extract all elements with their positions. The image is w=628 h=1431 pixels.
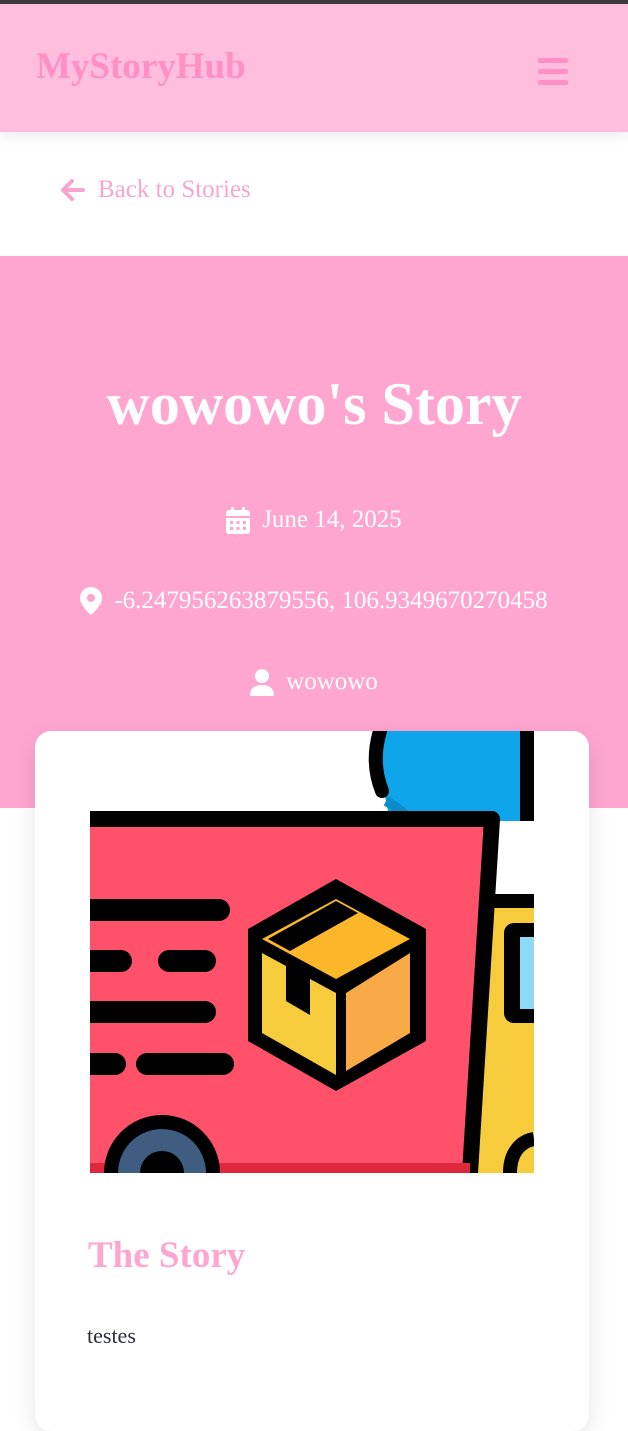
- calendar-icon: [226, 506, 251, 534]
- arrow-left-icon: [61, 179, 85, 201]
- navbar: MyStoryHub: [0, 4, 628, 132]
- hamburger-menu-icon[interactable]: [536, 54, 570, 90]
- story-body-text: testes: [87, 1323, 136, 1348]
- back-link-label: Back to Stories: [98, 176, 251, 203]
- story-section-title: The Story: [88, 1235, 246, 1276]
- map-pin-icon: [80, 587, 103, 615]
- story-author-text: wowowo: [286, 668, 378, 695]
- brand-logo[interactable]: MyStoryHub: [36, 48, 246, 85]
- back-to-stories-link[interactable]: Back to Stories: [60, 176, 251, 204]
- story-title: wowowo's Story: [106, 371, 522, 437]
- story-date-text: June 14, 2025: [262, 506, 402, 533]
- story-author: wowowo: [0, 668, 628, 696]
- story-date: June 14, 2025: [0, 506, 628, 534]
- delivery-truck-with-package-image: [90, 731, 534, 1173]
- story-location: -6.247956263879556, 106.9349670270458: [0, 587, 628, 615]
- story-card: The Story testes: [35, 731, 589, 1431]
- story-location-text: -6.247956263879556, 106.9349670270458: [114, 587, 548, 614]
- user-icon: [250, 668, 275, 696]
